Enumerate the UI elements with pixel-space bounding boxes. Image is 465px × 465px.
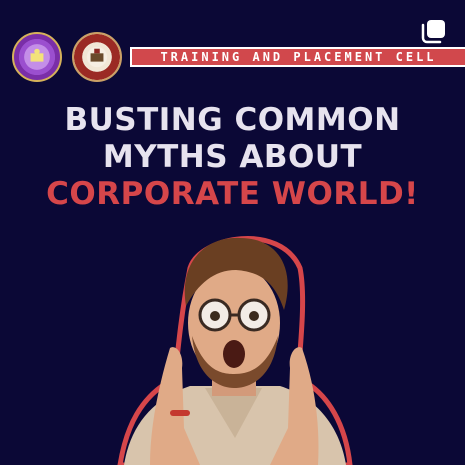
surprised-man-photo	[0, 228, 465, 465]
college-logo	[72, 32, 122, 82]
headline-line-2: MYTHS ABOUT	[102, 139, 363, 175]
university-logo	[12, 32, 62, 82]
headline-line-1: BUSTING COMMON	[64, 102, 401, 138]
headline-line-3: CORPORATE WORLD!	[46, 176, 419, 212]
training-placement-banner: TRAINING AND PLACEMENT CELL	[130, 47, 465, 67]
multiple-images-icon[interactable]	[421, 18, 447, 44]
post-image: TRAINING AND PLACEMENT CELL BUSTING COMM…	[0, 0, 465, 465]
banner-label: TRAINING AND PLACEMENT CELL	[160, 50, 437, 64]
headline: BUSTING COMMON MYTHS ABOUT CORPORATE WOR…	[0, 102, 465, 213]
